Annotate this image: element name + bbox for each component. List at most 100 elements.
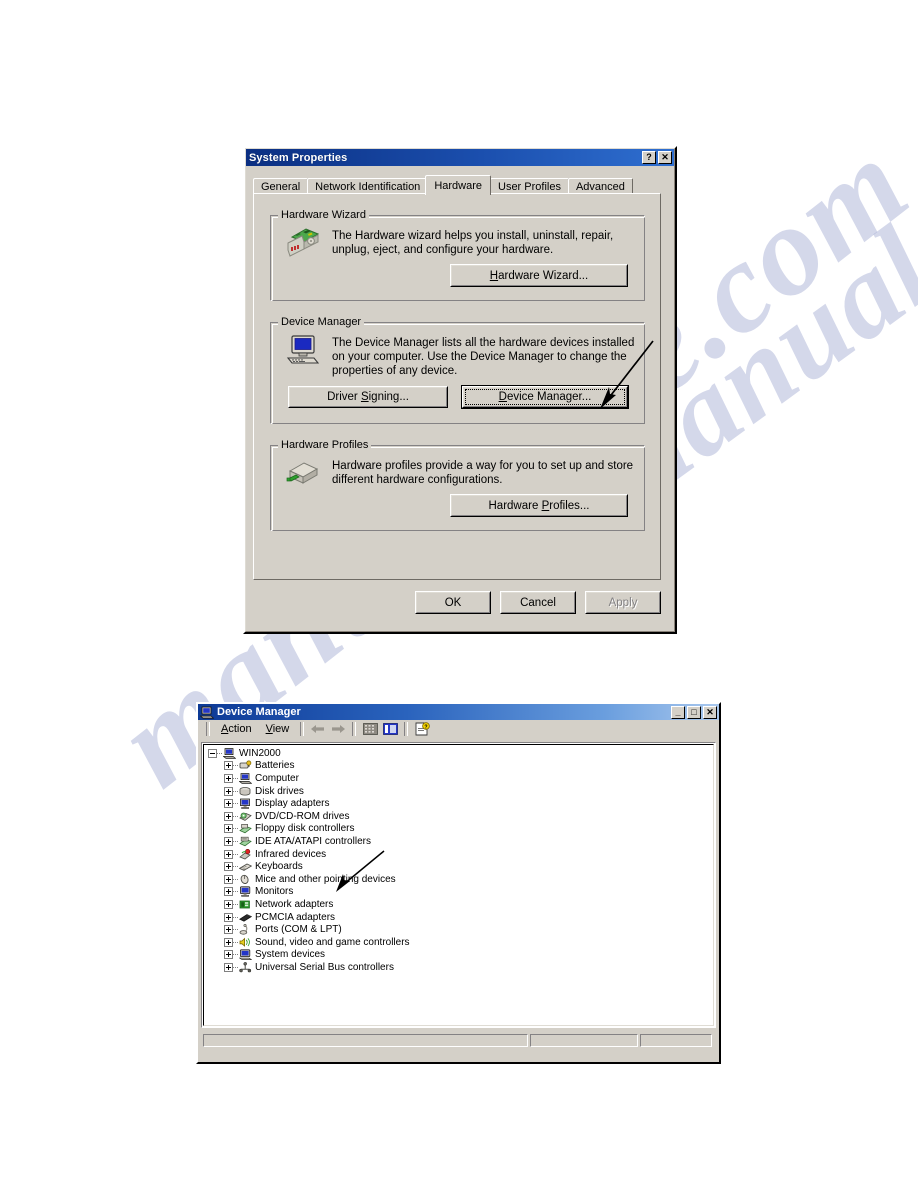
tree-item-system-devices[interactable]: System devices — [224, 949, 715, 962]
close-button[interactable]: ✕ — [703, 705, 717, 719]
tree-item-display-adapters[interactable]: Display adapters — [224, 797, 715, 810]
driver-signing-button[interactable]: Driver Signing... — [288, 386, 448, 408]
back-arrow-icon[interactable] — [310, 722, 326, 737]
maximize-icon: □ — [691, 706, 697, 717]
tree-item-mice-and-other-pointing-devices[interactable]: Mice and other pointing devices — [224, 873, 715, 886]
tree-item-label: DVD/CD-ROM drives — [255, 810, 350, 822]
tree-item-label: Batteries — [255, 760, 295, 772]
expand-toggle-icon[interactable] — [224, 874, 233, 884]
expand-toggle-icon[interactable] — [224, 824, 233, 834]
device-manager-titlebar[interactable]: Device Manager _ □ ✕ — [198, 704, 719, 720]
svg-text:?: ? — [424, 724, 427, 730]
menu-view[interactable]: View — [259, 722, 297, 736]
tree-item-computer[interactable]: Computer — [224, 772, 715, 785]
infrared-icon — [239, 848, 252, 860]
tab-label: User Profiles — [498, 181, 561, 193]
minimize-button[interactable]: _ — [671, 705, 685, 719]
tab-label: Hardware — [434, 180, 482, 192]
device-tree[interactable]: WIN2000 Batteries Computer Disk drives Disp… — [201, 742, 716, 1028]
tree-item-label: Universal Serial Bus controllers — [255, 961, 394, 973]
collapse-toggle-icon[interactable] — [208, 748, 217, 758]
tree-item-pcmcia-adapters[interactable]: PCMCIA adapters — [224, 911, 715, 924]
tree-item-label: Keyboards — [255, 861, 303, 873]
tree-item-ide-ata-atapi-controllers[interactable]: IDE ATA/ATAPI controllers — [224, 835, 715, 848]
cancel-button[interactable]: Cancel — [500, 591, 576, 614]
device-manager-window: Device Manager _ □ ✕ Action View ? WIN20… — [196, 702, 721, 1064]
computer-icon — [222, 747, 237, 759]
tree-item-dvd-cd-rom-drives[interactable]: DVD/CD-ROM drives — [224, 810, 715, 823]
close-icon: ✕ — [706, 706, 714, 717]
description-line: on your computer. Use the Device Manager… — [332, 351, 627, 363]
maximize-button[interactable]: □ — [687, 705, 701, 719]
forward-arrow-icon[interactable] — [330, 722, 346, 737]
tree-item-batteries[interactable]: Batteries — [224, 760, 715, 773]
button-label-pre: Hardware — [488, 499, 542, 512]
tab-user-profiles[interactable]: User Profiles — [490, 178, 569, 194]
tab-label: Network Identification — [315, 181, 421, 193]
tree-item-root[interactable]: WIN2000 — [208, 747, 715, 760]
expand-toggle-icon[interactable] — [224, 912, 233, 922]
expand-toggle-icon[interactable] — [224, 799, 233, 809]
tree-item-universal-serial-bus-controllers[interactable]: Universal Serial Bus controllers — [224, 961, 715, 974]
button-label: Apply — [608, 596, 638, 609]
toolbar-separator — [300, 722, 305, 736]
disk-drive-icon — [239, 786, 252, 797]
network-adapter-icon — [239, 899, 252, 910]
tree-item-sound-video-and-game-controllers[interactable]: Sound, video and game controllers — [224, 936, 715, 949]
expand-toggle-icon[interactable] — [224, 962, 233, 972]
hardware-wizard-group: Hardware Wizard The Hardware wizard help… — [270, 209, 645, 301]
accel-char: V — [265, 723, 273, 735]
hardware-profile-box-icon — [286, 457, 320, 494]
expand-toggle-icon[interactable] — [224, 937, 233, 947]
expand-toggle-icon[interactable] — [224, 950, 233, 960]
properties-view-icon[interactable] — [382, 722, 398, 737]
ide-controller-icon — [239, 836, 252, 847]
description-line: The Hardware wizard helps you install, u… — [332, 230, 614, 242]
hardware-profiles-description: Hardware profiles provide a way for you … — [332, 459, 642, 487]
scan-hardware-icon[interactable]: ? — [414, 722, 430, 737]
tab-network-identification[interactable]: Network Identification — [307, 178, 429, 194]
tree-item-disk-drives[interactable]: Disk drives — [224, 785, 715, 798]
description-line: unplug, eject, and configure your hardwa… — [332, 244, 554, 256]
tree-item-infrared-devices[interactable]: Infrared devices — [224, 848, 715, 861]
tree-item-label: System devices — [255, 949, 326, 961]
hardware-profiles-button[interactable]: Hardware Profiles... — [450, 494, 628, 517]
button-label: Hardware Wizard... — [490, 270, 588, 282]
help-button[interactable]: ? — [642, 151, 656, 164]
expand-toggle-icon[interactable] — [224, 862, 233, 872]
expand-toggle-icon[interactable] — [224, 887, 233, 897]
expand-toggle-icon[interactable] — [224, 925, 233, 935]
device-manager-button[interactable]: Device Manager... — [462, 386, 628, 408]
battery-icon — [239, 760, 252, 771]
toolbar-separator — [404, 722, 409, 736]
expand-toggle-icon[interactable] — [224, 849, 233, 859]
tree-item-keyboards[interactable]: Keyboards — [224, 860, 715, 873]
description-line: Hardware profiles provide a way for you … — [332, 460, 634, 472]
ok-button[interactable]: OK — [415, 591, 491, 614]
circuit-board-device-icon — [286, 227, 320, 264]
expand-toggle-icon[interactable] — [224, 773, 233, 783]
menu-action[interactable]: Action — [214, 722, 259, 736]
show-hidden-devices-icon[interactable] — [362, 722, 378, 737]
system-properties-titlebar[interactable]: System Properties ? ✕ — [246, 149, 674, 166]
device-manager-description: The Device Manager lists all the hardwar… — [332, 336, 642, 378]
tree-item-ports-com-lpt[interactable]: Ports (COM & LPT) — [224, 923, 715, 936]
tree-item-monitors[interactable]: Monitors — [224, 886, 715, 899]
expand-toggle-icon[interactable] — [224, 786, 233, 796]
close-button[interactable]: ✕ — [658, 151, 672, 164]
toolbar-grip[interactable] — [206, 722, 210, 736]
tree-item-network-adapters[interactable]: Network adapters — [224, 898, 715, 911]
expand-toggle-icon[interactable] — [224, 836, 233, 846]
device-manager-group: Device Manager The Device Manager lists … — [270, 316, 645, 424]
group-title: Device Manager — [278, 316, 365, 328]
hardware-wizard-button[interactable]: Hardware Wizard... — [450, 264, 628, 287]
expand-toggle-icon[interactable] — [224, 811, 233, 821]
tree-item-label: IDE ATA/ATAPI controllers — [255, 835, 371, 847]
tree-item-floppy-disk-controllers[interactable]: Floppy disk controllers — [224, 823, 715, 836]
expand-toggle-icon[interactable] — [224, 761, 233, 771]
tab-hardware[interactable]: Hardware — [425, 175, 491, 195]
expand-toggle-icon[interactable] — [224, 899, 233, 909]
tab-advanced[interactable]: Advanced — [567, 178, 633, 194]
tab-general[interactable]: General — [253, 178, 309, 194]
menu-label-rest: iew — [272, 723, 290, 735]
